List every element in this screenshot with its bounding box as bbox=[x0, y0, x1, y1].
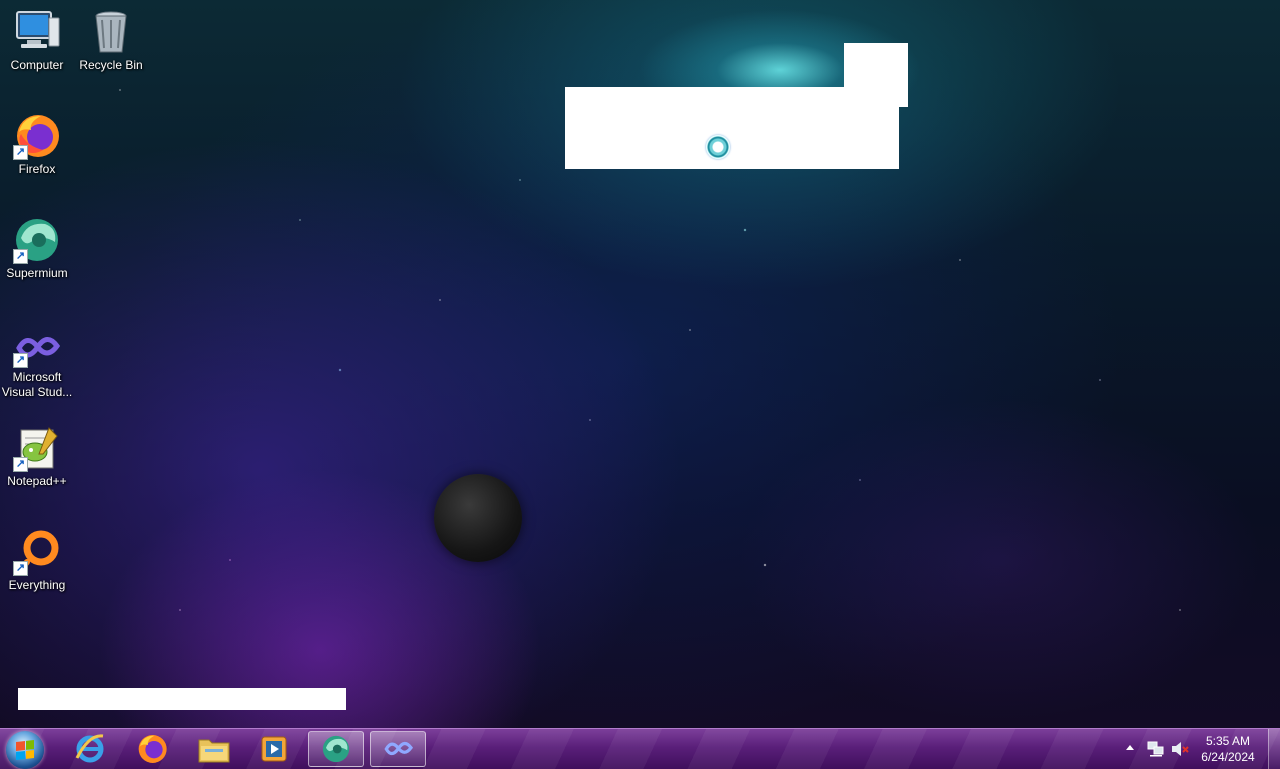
folder-icon bbox=[198, 739, 230, 763]
taskbar-media-player[interactable] bbox=[246, 731, 302, 767]
taskbar-firefox[interactable] bbox=[124, 731, 180, 767]
computer-icon bbox=[13, 8, 61, 56]
taskbar-internet-explorer[interactable] bbox=[62, 731, 118, 767]
redacted-bar bbox=[18, 688, 346, 710]
notepadplusplus-icon: ↗ bbox=[13, 424, 61, 472]
windows-logo-icon bbox=[16, 740, 34, 760]
media-player-icon bbox=[261, 736, 287, 762]
show-desktop-button[interactable] bbox=[1268, 729, 1280, 769]
desktop-icon-label: Computer bbox=[10, 58, 64, 72]
clock-time: 5:35 AM bbox=[1205, 734, 1251, 748]
firefox-icon bbox=[138, 735, 167, 763]
desktop-icon-firefox[interactable]: ↗ Firefox bbox=[0, 112, 74, 177]
visual-studio-icon bbox=[384, 741, 413, 756]
desktop-background[interactable]: Computer Recycle Bin ↗ Firefox ↗ Supermi… bbox=[0, 0, 1280, 728]
shortcut-arrow-icon: ↗ bbox=[13, 353, 28, 368]
start-button[interactable] bbox=[6, 731, 44, 769]
redacted-window bbox=[565, 87, 899, 169]
desktop-icon-notepadplusplus[interactable]: ↗ Notepad++ bbox=[0, 424, 74, 489]
desktop-icon-label: Supermium bbox=[6, 266, 68, 280]
loading-spinner-icon bbox=[706, 135, 730, 159]
desktop-icon-supermium[interactable]: ↗ Supermium bbox=[0, 216, 74, 281]
shortcut-arrow-icon: ↗ bbox=[13, 145, 28, 160]
desktop-icon-label: Microsoft Visual Stud... bbox=[0, 370, 74, 400]
supermium-icon: ↗ bbox=[13, 216, 61, 264]
desktop-icon-visual-studio[interactable]: ↗ Microsoft Visual Stud... bbox=[0, 328, 74, 400]
desktop-icon-recycle-bin[interactable]: Recycle Bin bbox=[74, 8, 148, 73]
everything-icon: ↗ bbox=[13, 528, 61, 576]
taskbar-file-explorer[interactable] bbox=[186, 731, 242, 767]
network-icon[interactable] bbox=[1147, 741, 1165, 757]
shortcut-arrow-icon: ↗ bbox=[13, 457, 28, 472]
shortcut-arrow-icon: ↗ bbox=[13, 561, 28, 576]
desktop-icon-label: Everything bbox=[8, 578, 66, 592]
taskbar: 5:35 AM 6/24/2024 bbox=[0, 728, 1280, 769]
label-line: Visual Stud... bbox=[1, 385, 73, 399]
desktop-icon-everything[interactable]: ↗ Everything bbox=[0, 528, 74, 593]
show-hidden-icons-arrow[interactable] bbox=[1126, 745, 1134, 750]
dark-planet bbox=[434, 474, 522, 562]
shortcut-arrow-icon: ↗ bbox=[13, 249, 28, 264]
visual-studio-icon: ↗ bbox=[13, 328, 61, 368]
taskbar-supermium[interactable] bbox=[308, 731, 364, 767]
desktop-icon-label: Recycle Bin bbox=[79, 58, 143, 72]
firefox-icon: ↗ bbox=[13, 112, 61, 160]
label-line: Microsoft bbox=[12, 370, 62, 384]
taskbar-visual-studio[interactable] bbox=[370, 731, 426, 767]
internet-explorer-icon bbox=[75, 734, 104, 763]
recycle-bin-icon bbox=[87, 8, 135, 56]
supermium-icon bbox=[322, 735, 350, 763]
desktop-icon-label: Notepad++ bbox=[7, 474, 67, 488]
taskbar-clock[interactable]: 5:35 AM 6/24/2024 bbox=[1192, 733, 1264, 765]
clock-date: 6/24/2024 bbox=[1201, 750, 1255, 764]
desktop-icon-label: Firefox bbox=[18, 162, 56, 176]
volume-muted-icon[interactable] bbox=[1171, 741, 1189, 757]
desktop-icon-computer[interactable]: Computer bbox=[0, 8, 74, 73]
